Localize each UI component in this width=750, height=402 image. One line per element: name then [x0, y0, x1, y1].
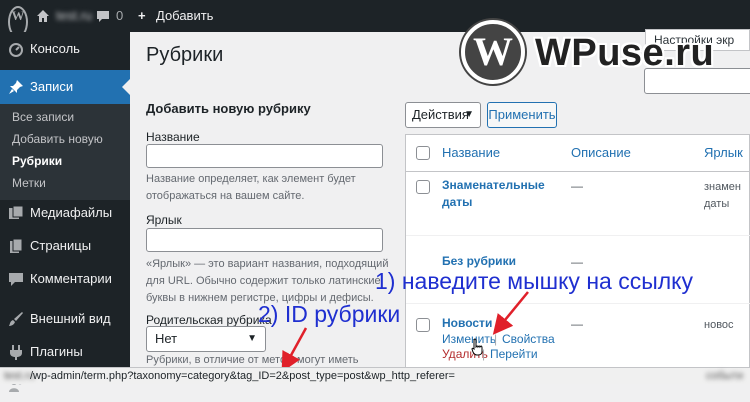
arrow-to-edit-link — [492, 291, 529, 335]
status-url: /wp-admin/term.php?taxonomy=category&tag… — [30, 370, 455, 382]
wpuse-logo-text: WPuse.ru — [535, 32, 715, 74]
wpuse-logo: W WPuse.ru — [455, 18, 745, 88]
hand-cursor-icon — [471, 338, 483, 356]
arrow-to-tag-id — [281, 327, 308, 373]
browser-status-bar: test.ru /wp-admin/term.php?taxonomy=cate… — [0, 367, 750, 384]
status-right-text: событи — [706, 370, 744, 382]
wordpress-logo-icon: W — [461, 20, 525, 84]
